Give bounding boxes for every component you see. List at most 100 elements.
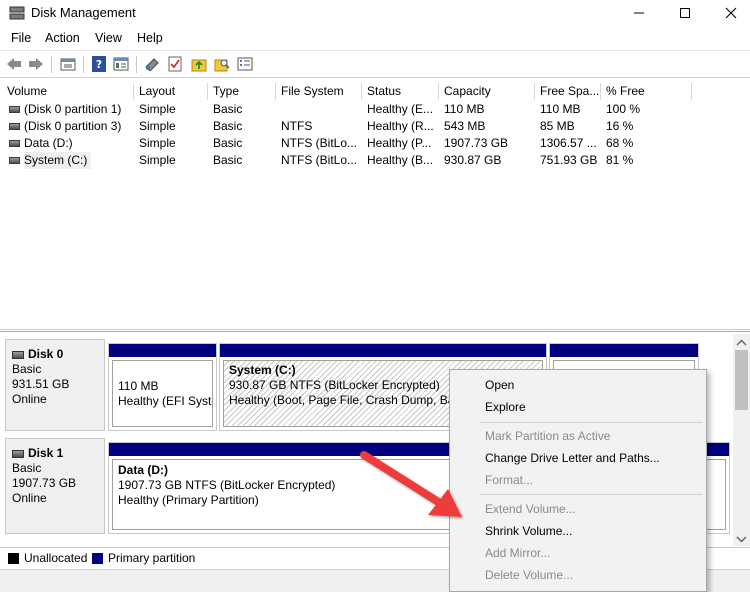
disk-size: 1907.73 GB xyxy=(12,476,77,490)
toolbar-separator xyxy=(83,56,84,73)
disk-size: 931.51 GB xyxy=(12,377,70,391)
column-layout[interactable]: Layout xyxy=(134,83,208,100)
up-icon xyxy=(60,58,76,71)
list-button[interactable] xyxy=(236,55,254,73)
menu-item-extend-volume[interactable]: Extend Volume... xyxy=(485,502,576,516)
window-title: Disk Management xyxy=(31,5,136,20)
volume-icon xyxy=(9,140,20,147)
disk-type: Basic xyxy=(12,362,42,376)
menu-item-explore[interactable]: Explore xyxy=(485,400,526,414)
graph-scrollbar[interactable] xyxy=(733,334,750,546)
cell-layout: Simple xyxy=(139,119,176,133)
cell-free-space: 1306.57 ... xyxy=(540,136,597,150)
search-folder-icon xyxy=(214,59,230,72)
back-icon xyxy=(7,58,21,70)
partition-efi[interactable]: 110 MB Healthy (EFI System Partition) xyxy=(108,343,217,431)
menu-help[interactable]: Help xyxy=(137,31,163,45)
cell-layout: Simple xyxy=(139,153,176,167)
volume-name: System (C:) xyxy=(24,152,92,169)
cell-percent-free: 100 % xyxy=(606,102,641,116)
partition-bar xyxy=(109,344,216,357)
menu-item-add-mirror[interactable]: Add Mirror... xyxy=(485,546,550,560)
volume-name: Data (D:) xyxy=(24,136,73,150)
legend-swatch-primary xyxy=(92,553,103,564)
column-percent-free[interactable]: % Free xyxy=(601,83,692,100)
volume-icon xyxy=(9,106,20,113)
context-menu: Open Explore Mark Partition as Active Ch… xyxy=(449,369,707,592)
menu-item-format[interactable]: Format... xyxy=(485,473,533,487)
cell-free-space: 751.93 GB xyxy=(540,153,598,167)
legend-label-unallocated: Unallocated xyxy=(24,551,88,565)
table-row[interactable]: Data (D:) Simple Basic NTFS (BitLo... He… xyxy=(2,135,692,152)
scroll-up-icon xyxy=(736,339,747,346)
check-button[interactable] xyxy=(166,55,184,73)
column-volume[interactable]: Volume xyxy=(2,83,134,100)
volume-list[interactable]: Volume Layout Type File System Status Ca… xyxy=(0,81,750,330)
menu-action[interactable]: Action xyxy=(45,31,80,45)
up-button[interactable] xyxy=(59,55,77,73)
cell-capacity: 543 MB xyxy=(444,119,486,133)
partition-body: 110 MB Healthy (EFI System Partition) xyxy=(112,360,213,427)
cell-capacity: 1907.73 GB xyxy=(444,136,509,150)
menu-view[interactable]: View xyxy=(95,31,122,45)
minimize-button[interactable] xyxy=(616,0,662,26)
cell-capacity: 110 MB xyxy=(444,102,485,116)
menu-item-shrink-volume[interactable]: Shrink Volume... xyxy=(485,524,572,538)
menu-item-change-drive-letter[interactable]: Change Drive Letter and Paths... xyxy=(485,451,660,465)
table-row[interactable]: System (C:) Simple Basic NTFS (BitLo... … xyxy=(2,152,692,169)
forward-button[interactable] xyxy=(27,55,45,73)
svg-text:?: ? xyxy=(96,58,102,71)
column-free-space[interactable]: Free Spa... xyxy=(535,83,601,100)
cell-file-system: NTFS (BitLo... xyxy=(281,153,358,167)
volume-name: (Disk 0 partition 3) xyxy=(24,119,122,133)
search-folder-button[interactable] xyxy=(213,55,231,73)
disk-icon xyxy=(12,350,24,359)
properties-button[interactable] xyxy=(112,55,130,73)
forward-icon xyxy=(29,58,43,70)
column-capacity[interactable]: Capacity xyxy=(439,83,535,100)
cell-status: Healthy (E... xyxy=(367,102,434,116)
disk-0-label[interactable]: Disk 0 Basic 931.51 GB Online xyxy=(5,339,105,431)
maximize-icon xyxy=(680,8,690,18)
back-button[interactable] xyxy=(5,55,23,73)
help-button[interactable]: ? xyxy=(90,55,108,73)
partition-status: Healthy (EFI System Partition) xyxy=(118,394,212,408)
legend-swatch-unallocated xyxy=(8,553,19,564)
scroll-down-icon xyxy=(736,536,747,543)
volume-name: (Disk 0 partition 1) xyxy=(24,102,122,116)
cell-type: Basic xyxy=(213,119,243,133)
menu-separator xyxy=(480,494,702,495)
title-bar: Disk Management xyxy=(0,0,750,28)
disk-name: Disk 0 xyxy=(28,347,64,361)
table-row[interactable]: (Disk 0 partition 3) Simple Basic NTFS H… xyxy=(2,118,692,135)
disk-name: Disk 1 xyxy=(28,446,64,460)
scroll-thumb[interactable] xyxy=(735,350,748,410)
cell-status: Healthy (R... xyxy=(367,119,434,133)
column-file-system[interactable]: File System xyxy=(276,83,362,100)
cell-type: Basic xyxy=(213,136,243,150)
disk-1-label[interactable]: Disk 1 Basic 1907.73 GB Online xyxy=(5,438,105,534)
cell-free-space: 110 MB xyxy=(540,102,581,116)
disk-icon xyxy=(12,449,24,458)
toolbar: ? xyxy=(0,50,750,78)
cell-layout: Simple xyxy=(139,136,176,150)
menu-item-open[interactable]: Open xyxy=(485,378,514,392)
column-status[interactable]: Status xyxy=(362,83,439,100)
properties-icon xyxy=(113,57,129,71)
close-button[interactable] xyxy=(708,0,750,26)
partition-bar xyxy=(220,344,546,357)
menu-item-mark-active[interactable]: Mark Partition as Active xyxy=(485,429,610,443)
menu-item-delete-volume[interactable]: Delete Volume... xyxy=(485,568,573,582)
minimize-icon xyxy=(634,12,644,14)
toolbar-separator xyxy=(136,56,137,73)
maximize-button[interactable] xyxy=(662,0,708,26)
cell-layout: Simple xyxy=(139,102,176,116)
volume-icon xyxy=(9,123,20,130)
connect-button[interactable] xyxy=(143,55,161,73)
disk-type: Basic xyxy=(12,461,42,475)
column-type[interactable]: Type xyxy=(208,83,276,100)
folder-up-button[interactable] xyxy=(190,55,208,73)
cell-type: Basic xyxy=(213,102,243,116)
menu-file[interactable]: File xyxy=(11,31,31,45)
table-row[interactable]: (Disk 0 partition 1) Simple Basic Health… xyxy=(2,101,692,118)
